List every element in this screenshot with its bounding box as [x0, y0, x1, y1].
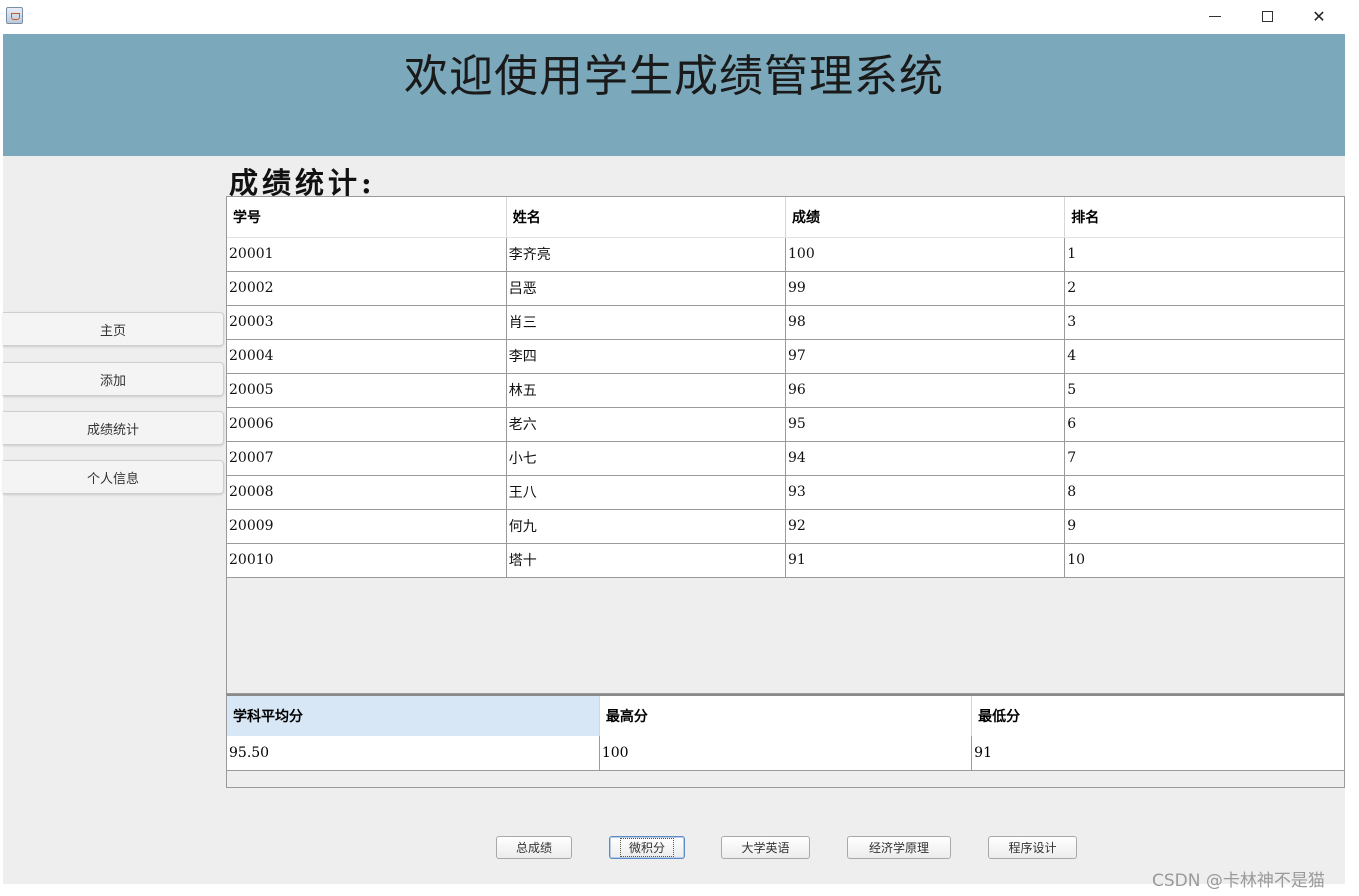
cell-score[interactable]: 97: [785, 339, 1066, 374]
stats-header-row: 学科平均分 最高分 最低分: [227, 696, 1344, 736]
cell-score[interactable]: 98: [785, 305, 1066, 340]
cell-student-id[interactable]: 20007: [227, 441, 507, 476]
cell-name[interactable]: 老六: [506, 407, 787, 442]
programming-button[interactable]: 程序设计: [988, 836, 1077, 859]
cell-name[interactable]: 小七: [506, 441, 787, 476]
header-banner: 欢迎使用学生成绩管理系统: [3, 34, 1345, 156]
cell-rank[interactable]: 2: [1064, 271, 1344, 306]
cell-name[interactable]: 何九: [506, 509, 787, 544]
cell-rank[interactable]: 1: [1064, 237, 1344, 272]
cell-rank[interactable]: 5: [1064, 373, 1344, 408]
cell-student-id[interactable]: 20008: [227, 475, 507, 510]
cell-score[interactable]: 93: [785, 475, 1066, 510]
grades-table: 学号 姓名 成绩 排名 20001 李齐亮 100 1 20002 吕恶 99 2 2000…: [227, 197, 1344, 578]
column-header-name[interactable]: 姓名: [506, 197, 787, 238]
cell-student-id[interactable]: 20006: [227, 407, 507, 442]
minimize-button[interactable]: [1192, 0, 1238, 32]
main-frame: 欢迎使用学生成绩管理系统 主页 添加 成绩统计 个人信息 成绩统计: 学号 姓名…: [3, 34, 1345, 884]
cell-name[interactable]: 吕恶: [506, 271, 787, 306]
cell-highest[interactable]: 100: [599, 736, 973, 771]
calculus-button-label: 微积分: [619, 838, 674, 857]
cell-student-id[interactable]: 20001: [227, 237, 507, 272]
table-row[interactable]: 20001 李齐亮 100 1: [227, 237, 1344, 272]
title-bar: ✕: [0, 0, 1359, 34]
page-title: 欢迎使用学生成绩管理系统: [404, 51, 944, 102]
close-icon: ✕: [1312, 6, 1326, 26]
cell-rank[interactable]: 3: [1064, 305, 1344, 340]
cell-score[interactable]: 99: [785, 271, 1066, 306]
table-row[interactable]: 20009 何九 92 9: [227, 509, 1344, 544]
cell-name[interactable]: 塔十: [506, 543, 787, 578]
cell-score[interactable]: 95: [785, 407, 1066, 442]
cell-score[interactable]: 91: [785, 543, 1066, 578]
cell-score[interactable]: 92: [785, 509, 1066, 544]
sidebar-item-add[interactable]: 添加: [3, 362, 224, 396]
cell-lowest[interactable]: 91: [971, 736, 1344, 771]
cell-rank[interactable]: 4: [1064, 339, 1344, 374]
cell-student-id[interactable]: 20005: [227, 373, 507, 408]
table-header-row: 学号 姓名 成绩 排名: [227, 197, 1344, 238]
table-row[interactable]: 20005 林五 96 5: [227, 373, 1344, 408]
maximize-button[interactable]: [1244, 0, 1290, 32]
cell-score[interactable]: 94: [785, 441, 1066, 476]
cell-rank[interactable]: 10: [1064, 543, 1344, 578]
maximize-icon: [1261, 10, 1273, 22]
table-row[interactable]: 20003 肖三 98 3: [227, 305, 1344, 340]
cell-student-id[interactable]: 20003: [227, 305, 507, 340]
table-row[interactable]: 20002 吕恶 99 2: [227, 271, 1344, 306]
stats-table-panel[interactable]: 学科平均分 最高分 最低分 95.50 100 91: [226, 694, 1345, 788]
cell-student-id[interactable]: 20009: [227, 509, 507, 544]
cell-student-id[interactable]: 20010: [227, 543, 507, 578]
minimize-icon: [1209, 15, 1221, 17]
stats-row[interactable]: 95.50 100 91: [227, 736, 1344, 771]
column-header-highest[interactable]: 最高分: [599, 696, 973, 736]
table-row[interactable]: 20010 塔十 91 10: [227, 543, 1344, 578]
java-app-icon: [6, 7, 23, 24]
csdn-watermark: CSDN @卡林神不是猫: [1152, 871, 1325, 891]
economics-principles-button[interactable]: 经济学原理: [847, 836, 951, 859]
table-row[interactable]: 20004 李四 97 4: [227, 339, 1344, 374]
sidebar-item-personal-info[interactable]: 个人信息: [3, 460, 224, 494]
cell-name[interactable]: 肖三: [506, 305, 787, 340]
calculus-button[interactable]: 微积分: [609, 836, 685, 859]
stats-table: 学科平均分 最高分 最低分 95.50 100 91: [227, 696, 1344, 771]
cell-student-id[interactable]: 20004: [227, 339, 507, 374]
table-row[interactable]: 20006 老六 95 6: [227, 407, 1344, 442]
column-header-rank[interactable]: 排名: [1064, 197, 1344, 238]
sidebar-item-home[interactable]: 主页: [3, 312, 224, 346]
column-header-lowest[interactable]: 最低分: [971, 696, 1344, 736]
cell-name[interactable]: 王八: [506, 475, 787, 510]
cell-name[interactable]: 林五: [506, 373, 787, 408]
grades-table-panel[interactable]: 学号 姓名 成绩 排名 20001 李齐亮 100 1 20002 吕恶 99 2 2000…: [226, 196, 1345, 694]
cell-rank[interactable]: 6: [1064, 407, 1344, 442]
college-english-button[interactable]: 大学英语: [721, 836, 810, 859]
cell-score[interactable]: 100: [785, 237, 1066, 272]
cell-rank[interactable]: 8: [1064, 475, 1344, 510]
column-header-score[interactable]: 成绩: [785, 197, 1066, 238]
cell-score[interactable]: 96: [785, 373, 1066, 408]
table-row[interactable]: 20008 王八 93 8: [227, 475, 1344, 510]
total-score-button[interactable]: 总成绩: [496, 836, 572, 859]
table-row[interactable]: 20007 小七 94 7: [227, 441, 1344, 476]
cell-name[interactable]: 李齐亮: [506, 237, 787, 272]
column-header-average[interactable]: 学科平均分: [227, 696, 600, 736]
cell-average[interactable]: 95.50: [227, 736, 600, 771]
cell-rank[interactable]: 9: [1064, 509, 1344, 544]
cell-student-id[interactable]: 20002: [227, 271, 507, 306]
sidebar-item-grade-stats[interactable]: 成绩统计: [3, 411, 224, 445]
close-button[interactable]: ✕: [1296, 0, 1342, 32]
column-header-student-id[interactable]: 学号: [227, 197, 507, 238]
cell-rank[interactable]: 7: [1064, 441, 1344, 476]
cell-name[interactable]: 李四: [506, 339, 787, 374]
